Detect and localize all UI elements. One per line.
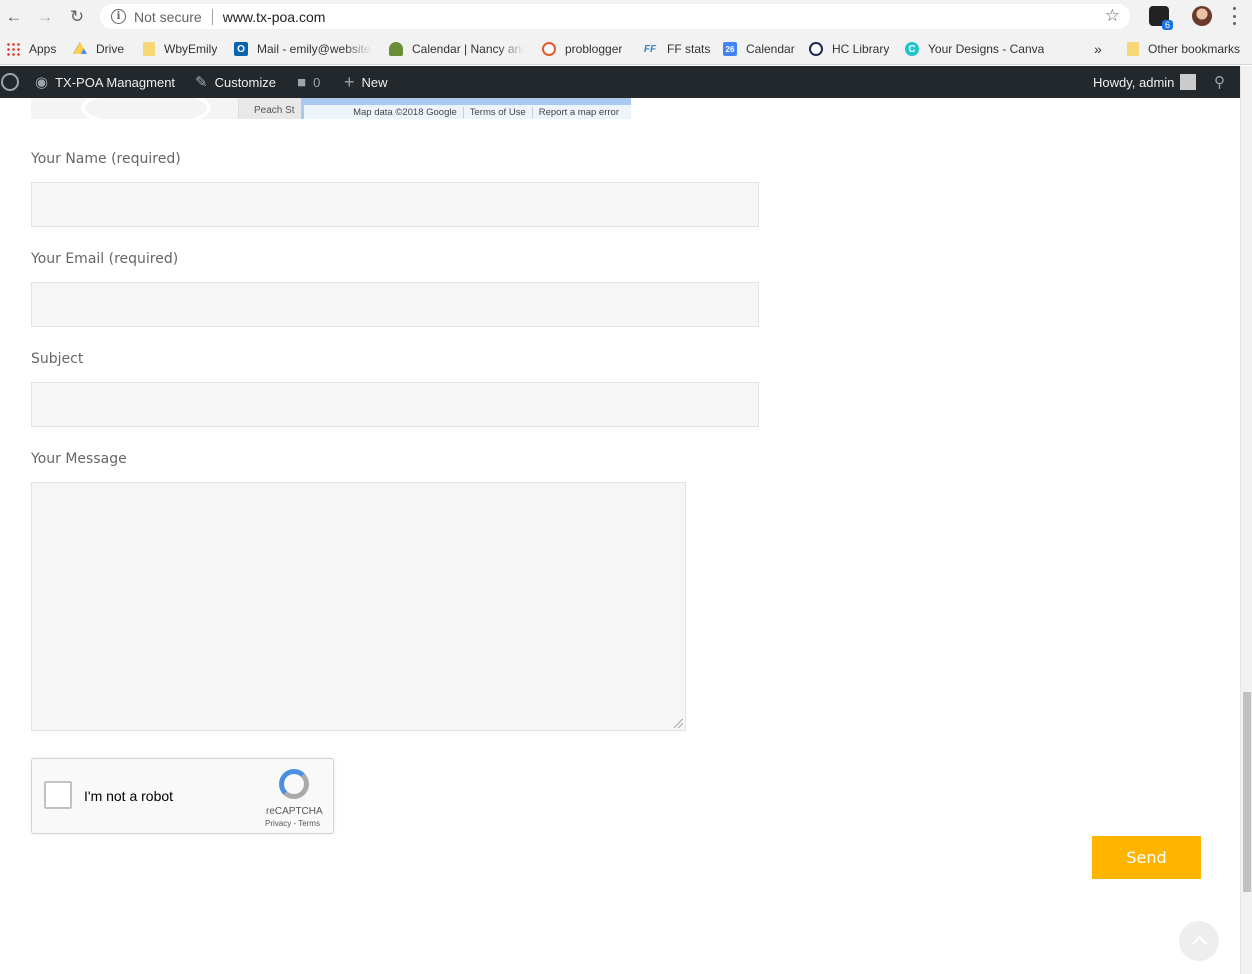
bookmarks-bar: Apps Drive WbyEmily O Mail - emily@websi… [0, 33, 1252, 65]
extension-badge: 6 [1161, 20, 1173, 30]
scrollbar-thumb[interactable] [1243, 692, 1251, 892]
recaptcha-logo-icon [279, 769, 309, 799]
send-button[interactable]: Send [1092, 836, 1201, 879]
star-bookmark-icon[interactable]: ☆ [1105, 6, 1120, 26]
bookmark-canva[interactable]: C Your Designs - Canva [905, 41, 1044, 57]
bookmark-hc-library[interactable]: HC Library [809, 41, 889, 57]
address-bar[interactable]: i Not secure www.tx-poa.com ☆ [100, 4, 1130, 29]
map-report-link[interactable]: Report a map error [531, 106, 625, 118]
outlook-icon: O [234, 42, 248, 56]
browser-menu-icon[interactable] [1227, 7, 1241, 25]
bookmark-calendar[interactable]: 26 Calendar [723, 41, 795, 57]
email-label: Your Email (required) [31, 251, 179, 267]
bookmark-drive[interactable]: Drive [73, 41, 124, 57]
folder-icon [143, 42, 155, 56]
bookmark-calendar-nancy[interactable]: Calendar | Nancy and [389, 41, 525, 57]
dashboard-icon: ◉ [35, 74, 49, 91]
forward-arrow-icon[interactable]: → [34, 5, 56, 27]
subject-label: Subject [31, 351, 84, 367]
bookmark-mail[interactable]: O Mail - emily@website [234, 41, 372, 57]
name-label: Your Name (required) [31, 151, 181, 167]
info-icon[interactable]: i [111, 9, 126, 24]
address-separator [211, 8, 213, 25]
map-terms-link[interactable]: Terms of Use [462, 106, 532, 118]
subject-input[interactable] [31, 382, 759, 427]
brush-icon: ✎ [195, 74, 208, 91]
recaptcha-brand: reCAPTCHA [266, 806, 323, 817]
drive-icon [73, 42, 87, 54]
other-bookmarks[interactable]: Other bookmarks [1127, 41, 1240, 57]
recaptcha-widget: I'm not a robot reCAPTCHA Privacy - Term… [31, 758, 334, 834]
library-icon [809, 42, 823, 56]
map-attribution: Map data ©2018 Google Terms of Use Repor… [304, 105, 631, 119]
url-text[interactable]: www.tx-poa.com [223, 9, 326, 25]
search-icon[interactable]: ⚲ [1214, 66, 1225, 98]
profile-avatar[interactable] [1192, 6, 1212, 26]
wp-admin-bar: ◉ TX-POA Managment ✎ Customize ■ 0 + New… [0, 66, 1252, 98]
comment-icon: ■ [297, 73, 307, 91]
message-textarea[interactable] [31, 482, 686, 731]
page-scrollbar[interactable] [1240, 66, 1252, 974]
admin-site-name[interactable]: ◉ TX-POA Managment [35, 66, 175, 98]
message-label: Your Message [31, 451, 127, 467]
plant-icon [389, 42, 403, 56]
security-status[interactable]: Not secure [134, 9, 202, 25]
reload-icon[interactable]: ↻ [66, 5, 88, 27]
bookmark-wbyemily[interactable]: WbyEmily [143, 41, 217, 57]
recaptcha-label: I'm not a robot [84, 788, 174, 804]
user-avatar-icon [1180, 74, 1197, 90]
browser-toolbar: ← → ↻ i Not secure www.tx-poa.com ☆ 6 [0, 0, 1252, 33]
plus-icon: + [344, 71, 355, 92]
bookmark-ff-stats[interactable]: FF FF stats [642, 41, 710, 57]
map-street-label: Peach St [254, 105, 295, 116]
recaptcha-checkbox[interactable] [44, 781, 72, 809]
canva-icon: C [905, 42, 919, 56]
calendar-icon: 26 [723, 42, 737, 56]
email-input[interactable] [31, 282, 759, 327]
back-arrow-icon[interactable]: ← [3, 5, 25, 27]
admin-new[interactable]: + New [344, 66, 388, 98]
admin-comments[interactable]: ■ 0 [297, 66, 320, 98]
bookmark-problogger[interactable]: problogger [542, 41, 622, 57]
page-content: Peach St Map data ©2018 Google Terms of … [0, 98, 1240, 974]
wordpress-logo-icon[interactable] [0, 66, 20, 98]
ff-icon: FF [643, 43, 657, 55]
apps-grid-icon [6, 42, 20, 56]
admin-customize[interactable]: ✎ Customize [195, 66, 276, 98]
name-input[interactable] [31, 182, 759, 227]
chevron-up-icon [1191, 935, 1207, 952]
scroll-to-top-button[interactable] [1179, 921, 1219, 961]
folder-icon [1127, 42, 1139, 56]
map-data-credit: Map data ©2018 Google [353, 106, 457, 118]
extension-icon[interactable]: 6 [1149, 6, 1173, 30]
problogger-icon [542, 42, 556, 56]
bookmark-apps[interactable]: Apps [6, 41, 56, 57]
bookmarks-overflow-button[interactable]: » [1094, 41, 1102, 57]
embedded-map[interactable]: Peach St Map data ©2018 Google Terms of … [31, 98, 631, 119]
resize-handle-icon[interactable] [674, 719, 683, 728]
admin-account[interactable]: Howdy, admin [1093, 66, 1197, 98]
recaptcha-terms-link[interactable]: Privacy - Terms [265, 819, 320, 828]
map-tile [31, 98, 239, 119]
